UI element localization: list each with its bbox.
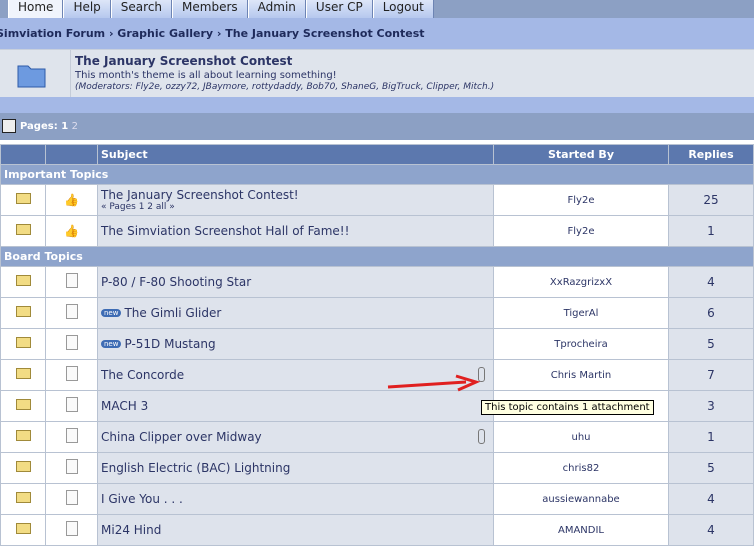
topic-link[interactable]: The Simviation Screenshot Hall of Fame!!	[101, 224, 349, 238]
document-icon	[65, 304, 78, 319]
document-icon	[65, 335, 78, 350]
started-by[interactable]: Fly2e	[493, 215, 669, 247]
document-icon	[65, 397, 78, 412]
document-icon	[65, 459, 78, 474]
document-icon	[65, 366, 78, 381]
forum-moderators: (Moderators: Fly2e, ozzy72, JBaymore, ro…	[75, 82, 495, 92]
folder-icon	[15, 492, 31, 503]
topic-link[interactable]: Mi24 Hind	[101, 523, 161, 537]
thumbs-up-icon: 👍	[64, 224, 79, 238]
table-row: The Concorde Chris Martin 7	[0, 359, 754, 391]
replies-count: 1	[668, 215, 754, 247]
folder-icon	[15, 368, 31, 379]
started-by[interactable]: TigerAl	[493, 297, 669, 329]
pinned-folder-icon	[15, 224, 31, 235]
table-row: English Electric (BAC) Lightning chris82…	[0, 452, 754, 484]
divider-band	[0, 97, 754, 113]
topic-link[interactable]: The Concorde	[101, 368, 184, 382]
table-row: Mi24 Hind AMANDIL 4	[0, 514, 754, 546]
tab-home[interactable]: Home	[8, 0, 64, 18]
page-icon	[2, 119, 16, 133]
started-by[interactable]: Fly2e	[493, 184, 669, 216]
topic-link[interactable]: China Clipper over Midway	[101, 430, 262, 444]
started-by[interactable]: Chris Martin	[493, 359, 669, 391]
table-row: new The Gimli Glider TigerAl 6	[0, 297, 754, 329]
document-icon	[65, 428, 78, 443]
tab-members[interactable]: Members	[172, 0, 248, 18]
folder-icon	[15, 306, 31, 317]
started-by[interactable]: chris82	[493, 452, 669, 484]
replies-count: 4	[668, 483, 754, 515]
replies-count: 5	[668, 452, 754, 484]
document-icon	[65, 273, 78, 288]
tab-admin[interactable]: Admin	[247, 0, 306, 18]
page-link-2[interactable]: 2	[72, 121, 78, 132]
table-row: 👍 The January Screenshot Contest! « Pages…	[0, 184, 754, 216]
tab-help[interactable]: Help	[63, 0, 111, 18]
topic-link[interactable]: P-80 / F-80 Shooting Star	[101, 275, 251, 289]
table-row: new P-51D Mustang Tprocheira 5	[0, 328, 754, 360]
breadcrumb[interactable]: Simviation Forum › Graphic Gallery › The…	[0, 18, 754, 49]
started-by[interactable]: aussiewannabe	[493, 483, 669, 515]
started-by[interactable]: Tprocheira	[493, 328, 669, 360]
replies-count: 4	[668, 514, 754, 546]
tab-search[interactable]: Search	[110, 0, 173, 18]
page-current: 1	[61, 121, 69, 132]
topic-link[interactable]: The January Screenshot Contest!	[101, 188, 299, 202]
forum-title: The January Screenshot Contest	[75, 54, 293, 68]
folder-icon	[15, 399, 31, 410]
red-arrow-annotation	[387, 374, 481, 392]
replies-count: 7	[668, 359, 754, 391]
tab-logout[interactable]: Logout	[372, 0, 434, 18]
table-row: I Give You . . . aussiewannabe 4	[0, 483, 754, 515]
replies-count: 25	[668, 184, 754, 216]
nav-tabs: Home Help Search Members Admin User CP Logout	[0, 0, 754, 18]
new-badge: new	[101, 309, 122, 317]
replies-count: 1	[668, 421, 754, 453]
started-by[interactable]: uhu	[493, 421, 669, 453]
thumbs-up-icon: 👍	[64, 193, 79, 207]
folder-icon	[0, 50, 71, 98]
topic-link[interactable]: MACH 3	[101, 399, 148, 413]
new-badge: new	[101, 340, 122, 348]
document-icon	[65, 490, 78, 505]
folder-icon	[15, 523, 31, 534]
paperclip-icon[interactable]	[478, 429, 485, 444]
folder-icon	[15, 430, 31, 441]
folder-icon	[15, 337, 31, 348]
table-row: China Clipper over Midway uhu 1	[0, 421, 754, 453]
topic-link[interactable]: I Give You . . .	[101, 492, 183, 506]
subject-header[interactable]: Subject	[97, 144, 494, 165]
pages-label: Pages:	[20, 121, 58, 132]
topic-pages[interactable]: « Pages 1 2 all »	[101, 202, 493, 212]
replies-count: 4	[668, 266, 754, 298]
replies-header[interactable]: Replies	[668, 144, 754, 165]
pinned-folder-icon	[15, 193, 31, 204]
tab-user-cp[interactable]: User CP	[305, 0, 373, 18]
table-row: P-80 / F-80 Shooting Star XxRazgrizxX 4	[0, 266, 754, 298]
topic-link[interactable]: English Electric (BAC) Lightning	[101, 461, 290, 475]
document-icon	[65, 521, 78, 536]
section-board: Board Topics	[0, 246, 754, 267]
topic-link[interactable]: P-51D Mustang	[124, 337, 215, 351]
started-by-header[interactable]: Started By	[493, 144, 669, 165]
topic-table: Subject Started By Replies Important Top…	[0, 144, 754, 546]
replies-count: 6	[668, 297, 754, 329]
started-by[interactable]: XxRazgrizxX	[493, 266, 669, 298]
replies-count: 3	[668, 390, 754, 422]
pagination: Pages: 1 2	[0, 113, 754, 140]
forum-description: This month's theme is all about learning…	[75, 70, 337, 81]
replies-count: 5	[668, 328, 754, 360]
folder-icon	[15, 461, 31, 472]
table-row: 👍 The Simviation Screenshot Hall of Fame…	[0, 215, 754, 247]
topic-link[interactable]: The Gimli Glider	[124, 306, 221, 320]
section-important: Important Topics	[0, 164, 754, 185]
started-by[interactable]: AMANDIL	[493, 514, 669, 546]
folder-icon	[15, 275, 31, 286]
forum-header: The January Screenshot Contest This mont…	[0, 49, 754, 98]
attachment-tooltip: This topic contains 1 attachment	[481, 400, 654, 415]
